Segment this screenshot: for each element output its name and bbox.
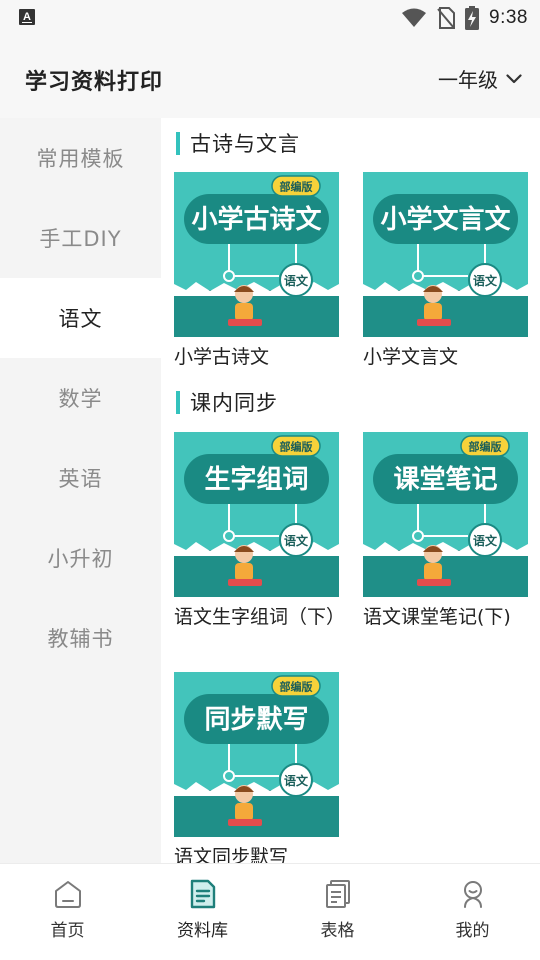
resource-card[interactable]: 同步默写 部编版 语文 语文同步默写 xyxy=(174,672,339,863)
category-sidebar: 常用模板 手工DIY 语文 数学 英语 小升初 教辅书 xyxy=(0,118,161,863)
sidebar-item-label: 手工DIY xyxy=(39,227,122,251)
section-title: 课内同步 xyxy=(190,391,278,415)
page-title: 学习资料打印 xyxy=(25,70,164,95)
resource-card[interactable]: 生字组词 部编版语文 语文生字组词（下） xyxy=(174,432,345,630)
document-icon xyxy=(190,879,215,909)
resource-thumbnail: 生字组词 部编版语文 xyxy=(174,432,339,597)
tab-label: 资料库 xyxy=(177,921,228,941)
app-notification-icon: A xyxy=(19,9,35,25)
cover-subject-tag: 语文 xyxy=(284,533,309,548)
cover-illustration: 课堂笔记 部编版语文 xyxy=(363,432,528,597)
cover-illustration: 生字组词 部编版语文 xyxy=(174,432,339,597)
sidebar-item-label: 数学 xyxy=(58,387,103,411)
resource-card-label: 语文课堂笔记(下) xyxy=(363,606,511,628)
home-icon xyxy=(54,881,81,908)
resource-card-label: 小学古诗文 xyxy=(174,346,270,368)
cover-title: 小学古诗文 xyxy=(191,204,322,235)
tab-label: 我的 xyxy=(455,921,490,941)
status-bar: A 9:38 xyxy=(0,0,540,38)
status-icons: 9:38 xyxy=(401,6,528,30)
resource-card[interactable]: 课堂笔记 部编版语文 语文课堂笔记(下) xyxy=(363,432,528,630)
sidebar-item-label: 小升初 xyxy=(47,547,114,571)
tab-label: 表格 xyxy=(320,921,355,941)
resource-card-label: 语文同步默写 xyxy=(174,846,289,863)
sidebar-item-label: 常用模板 xyxy=(36,147,125,171)
cover-title: 同步默写 xyxy=(204,704,308,735)
cover-subject-tag: 语文 xyxy=(284,273,309,288)
tab-home[interactable]: 首页 xyxy=(0,864,135,960)
cover-illustration: 同步默写 部编版语文 xyxy=(174,672,339,837)
cover-badge: 部编版 xyxy=(469,440,502,454)
tab-library[interactable]: 资料库 xyxy=(135,864,270,960)
cover-badge: 部编版 xyxy=(280,680,313,694)
chevron-down-icon xyxy=(506,73,522,83)
sidebar-item-english[interactable]: 英语 xyxy=(0,438,161,518)
section-accent-bar xyxy=(176,131,180,155)
cover-illustration: 小学古诗文 部编版语文 xyxy=(174,172,339,337)
sidebar-item-workbooks[interactable]: 教辅书 xyxy=(0,598,161,678)
cover-title: 课堂笔记 xyxy=(393,464,497,495)
sidebar-item-label: 教辅书 xyxy=(47,627,114,651)
sidebar-item-chinese[interactable]: 语文 xyxy=(0,278,161,358)
grade-label: 一年级 xyxy=(438,68,498,92)
resource-card-label: 语文生字组词（下） xyxy=(174,606,346,628)
sheet-icon xyxy=(325,880,350,908)
clock: 9:38 xyxy=(489,7,528,28)
bottom-tab-bar: 首页 资料库 表格 我的 xyxy=(0,863,540,960)
section-header-poetry: 古诗与文言 xyxy=(176,128,300,158)
resource-content: 古诗与文言 小学古诗文 部编版 语文 小学古诗文 小学文言文 语文 小学文言文 课内同… xyxy=(161,118,540,863)
sidebar-item-label: 英语 xyxy=(58,467,103,491)
sidebar-item-middle-school-prep[interactable]: 小升初 xyxy=(0,518,161,598)
cover-subject-tag: 语文 xyxy=(284,773,309,788)
sidebar-item-math[interactable]: 数学 xyxy=(0,358,161,438)
tab-sheets[interactable]: 表格 xyxy=(270,864,405,960)
cover-badge: 部编版 xyxy=(280,180,313,194)
resource-thumbnail: 同步默写 部编版语文 xyxy=(174,672,339,837)
cover-title: 小学文言文 xyxy=(380,204,511,235)
tab-label: 首页 xyxy=(50,921,85,941)
section-accent-bar xyxy=(176,390,180,414)
section-header-sync: 课内同步 xyxy=(176,387,278,417)
cover-subject-tag: 语文 xyxy=(473,273,498,288)
cover-illustration: 小学文言文语文 xyxy=(363,172,528,337)
cover-badge: 部编版 xyxy=(280,440,313,454)
app-header: 学习资料打印 一年级 xyxy=(0,38,540,118)
resource-card[interactable]: 小学古诗文 部编版语文 小学古诗文 xyxy=(174,172,339,370)
resource-card[interactable]: 小学文言文 语文 小学文言文 xyxy=(363,172,528,370)
resource-thumbnail: 小学古诗文 部编版语文 xyxy=(174,172,339,337)
wifi-icon xyxy=(402,8,427,27)
battery-charging-icon xyxy=(465,6,480,30)
no-sim-icon xyxy=(437,7,456,29)
resource-thumbnail: 课堂笔记 部编版语文 xyxy=(363,432,528,597)
profile-icon xyxy=(463,881,482,908)
tab-profile[interactable]: 我的 xyxy=(405,864,540,960)
sidebar-item-diy[interactable]: 手工DIY xyxy=(0,198,161,278)
cover-title: 生字组词 xyxy=(204,464,308,495)
resource-thumbnail: 小学文言文语文 xyxy=(363,172,528,337)
section-title: 古诗与文言 xyxy=(190,132,300,156)
sidebar-item-label: 语文 xyxy=(58,307,103,331)
sidebar-item-templates[interactable]: 常用模板 xyxy=(0,118,161,198)
grade-selector[interactable]: 一年级 xyxy=(438,64,522,93)
resource-card-label: 小学文言文 xyxy=(363,346,459,368)
cover-subject-tag: 语文 xyxy=(473,533,498,548)
